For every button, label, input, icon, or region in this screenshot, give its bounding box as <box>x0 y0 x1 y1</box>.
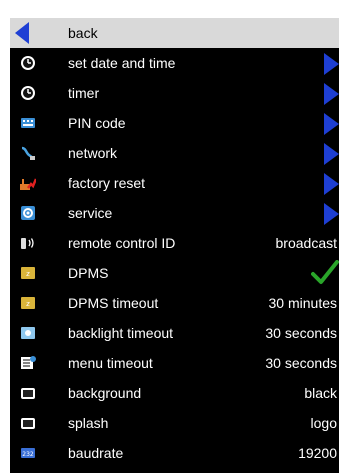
svg-text:z: z <box>26 270 30 278</box>
back-arrow-icon <box>15 22 29 44</box>
menu-item-label: network <box>68 145 118 161</box>
menu-item-label: PIN code <box>68 115 126 131</box>
menu-item-backlight-timeout[interactable]: backlight timeout 30 seconds <box>10 318 339 348</box>
baudrate-icon: 232 <box>21 448 35 458</box>
backlight-icon <box>21 327 35 339</box>
menu-item-background[interactable]: background black <box>10 378 339 408</box>
clock-icon <box>21 56 35 70</box>
menu-item-dpms[interactable]: z DPMS <box>10 258 339 288</box>
menu-item-back[interactable]: back <box>10 18 339 48</box>
check-icon <box>311 260 339 284</box>
menu-item-value: 30 seconds <box>265 355 337 371</box>
menu-item-pin-code[interactable]: PIN code <box>10 108 339 138</box>
submenu-arrow-icon <box>324 83 339 105</box>
submenu-arrow-icon <box>324 143 339 165</box>
menu-item-label: menu timeout <box>68 355 153 371</box>
menu-item-label: factory reset <box>68 175 146 191</box>
menu-item-label: backlight timeout <box>68 325 174 341</box>
svg-text:z: z <box>26 300 30 308</box>
submenu-arrow-icon <box>324 173 339 195</box>
menu-item-label: service <box>68 205 113 221</box>
menu-item-remote-control-id[interactable]: remote control ID broadcast <box>10 228 339 258</box>
submenu-arrow-icon <box>324 53 339 75</box>
menu-item-factory-reset[interactable]: factory reset <box>10 168 339 198</box>
menu-item-timer[interactable]: timer <box>10 78 339 108</box>
keypad-icon <box>21 118 35 128</box>
factory-reset-icon <box>20 178 36 190</box>
service-icon <box>21 206 35 220</box>
menu-item-service[interactable]: service <box>10 198 339 228</box>
submenu-arrow-icon <box>324 203 339 225</box>
settings-menu: back set date and time timer PIN code ne… <box>10 18 339 473</box>
menu-item-menu-timeout[interactable]: menu timeout 30 seconds <box>10 348 339 378</box>
menu-item-value: 30 seconds <box>265 325 337 341</box>
menu-item-label: splash <box>68 415 109 431</box>
menu-timeout-icon <box>21 356 36 369</box>
menu-item-label: remote control ID <box>68 235 176 251</box>
clock-icon <box>21 86 35 100</box>
svg-text:232: 232 <box>22 451 34 458</box>
menu-item-value: broadcast <box>275 235 337 251</box>
menu-item-baudrate[interactable]: 232 baudrate 19200 <box>10 438 339 468</box>
menu-item-set-date-and-time[interactable]: set date and time <box>10 48 339 78</box>
dpms-icon: z <box>21 297 35 309</box>
submenu-arrow-icon <box>324 113 339 135</box>
menu-item-label: DPMS timeout <box>68 295 159 311</box>
menu-item-label: set date and time <box>68 55 176 71</box>
network-cable-icon <box>21 146 35 160</box>
menu-item-network[interactable]: network <box>10 138 339 168</box>
menu-item-value: 19200 <box>298 445 337 461</box>
dpms-icon: z <box>21 267 35 279</box>
menu-item-label: DPMS <box>68 265 109 281</box>
menu-item-label: background <box>68 385 142 401</box>
menu-item-value: black <box>304 385 337 401</box>
menu-item-value: 30 minutes <box>268 295 337 311</box>
screen-icon <box>21 388 35 399</box>
menu-item-label: baudrate <box>68 445 124 461</box>
menu-item-label: back <box>68 25 98 41</box>
menu-item-value: logo <box>310 415 337 431</box>
menu-item-label: timer <box>68 85 100 101</box>
menu-item-dpms-timeout[interactable]: z DPMS timeout 30 minutes <box>10 288 339 318</box>
menu-item-splash[interactable]: splash logo <box>10 408 339 438</box>
remote-control-icon <box>21 238 34 249</box>
screen-icon <box>21 418 35 429</box>
